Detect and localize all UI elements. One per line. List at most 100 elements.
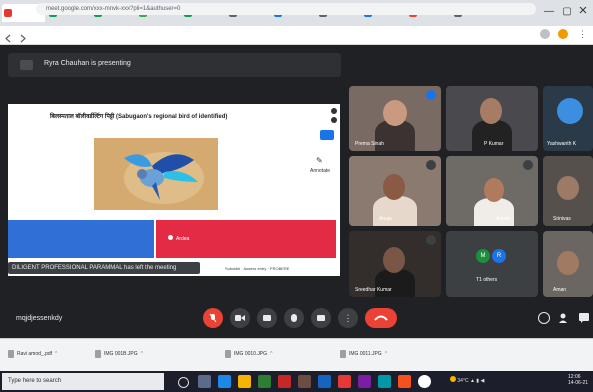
participant-name: Yashwanth K xyxy=(547,141,577,147)
slide-title: बिलस्पताल बॉलीवर्डल्टिंग पिट्टी (Sabugao… xyxy=(50,114,228,120)
participant-tile[interactable]: Aman xyxy=(543,231,593,297)
download-item[interactable]: IMG 0011.JPG ^ xyxy=(340,348,387,360)
participant-name: Aarohi xyxy=(496,216,511,222)
captions-icon xyxy=(263,315,271,321)
bullet-icon xyxy=(168,235,173,240)
chevron-up-icon[interactable]: ^ xyxy=(55,348,57,360)
close-window-button[interactable] xyxy=(574,3,592,21)
mic-icon xyxy=(426,90,436,100)
avatar: M xyxy=(476,249,490,263)
participant-name: Srinivas xyxy=(553,216,571,222)
slide-action-button[interactable] xyxy=(320,130,334,140)
camera-toggle-button[interactable] xyxy=(230,308,250,328)
edge-icon[interactable] xyxy=(218,375,231,388)
close-icon xyxy=(579,6,587,14)
download-item[interactable]: Ravi amod_.pdf ^ xyxy=(8,348,57,360)
task-view-icon[interactable] xyxy=(198,375,211,388)
presenting-text: Ryra Chauhan is presenting xyxy=(44,60,131,67)
app-icon[interactable] xyxy=(298,375,311,388)
slide-blue-block xyxy=(8,220,154,258)
tool-dot-icon[interactable] xyxy=(331,117,337,123)
downloads-bar xyxy=(0,338,593,372)
mic-off-icon xyxy=(426,160,436,170)
mic-off-icon xyxy=(523,160,533,170)
download-item[interactable]: IMG 001B.JPG ^ xyxy=(95,348,143,360)
participant-name: Aman xyxy=(553,287,567,293)
system-tray: 34°C ▲ ▮ ◀ xyxy=(450,376,484,384)
participant-tile[interactable]: Aarohi xyxy=(446,156,538,226)
pdf-file-icon xyxy=(8,350,14,358)
tool-dot-icon[interactable] xyxy=(331,108,337,114)
clock[interactable]: 12:06 14-06-21 xyxy=(568,374,588,386)
browser-menu-icon[interactable]: ⋮ xyxy=(578,29,587,40)
participant-tile[interactable]: Prema Sinah xyxy=(349,86,441,151)
image-file-icon xyxy=(95,350,101,358)
powerpoint-icon[interactable] xyxy=(278,375,291,388)
extension-icon[interactable] xyxy=(540,29,550,39)
wifi-icon[interactable]: ▲ xyxy=(470,378,475,384)
taskbar-search[interactable]: Type here to search xyxy=(2,373,164,390)
camera-icon xyxy=(235,315,245,321)
app-icon[interactable] xyxy=(358,375,371,388)
participant-tile[interactable]: Anuja xyxy=(349,156,441,226)
present-icon xyxy=(317,315,325,321)
chevron-up-icon[interactable]: ^ xyxy=(270,348,272,360)
avatar: R xyxy=(492,249,506,263)
app-icon[interactable] xyxy=(378,375,391,388)
annotate-pencil-icon[interactable]: ✎ xyxy=(316,156,323,165)
raise-hand-button[interactable] xyxy=(284,308,304,328)
participant-tile[interactable]: Sreedhar Kumar xyxy=(349,231,441,297)
chrome-icon[interactable] xyxy=(418,375,431,388)
more-vert-icon: ⋮ xyxy=(343,312,353,323)
download-name: IMG 001B.JPG xyxy=(104,351,138,357)
hangup-icon xyxy=(374,315,388,321)
more-options-button[interactable]: ⋮ xyxy=(338,308,358,328)
download-name: Ravi amod_.pdf xyxy=(17,351,53,357)
file-explorer-icon[interactable] xyxy=(238,375,251,388)
profile-avatar[interactable] xyxy=(558,29,568,39)
download-name: IMG 0010.JPG xyxy=(234,351,268,357)
leave-call-button[interactable] xyxy=(365,308,397,328)
download-item[interactable]: IMG 0010.JPG ^ xyxy=(225,348,272,360)
hand-icon xyxy=(291,314,297,322)
chevron-up-icon[interactable]: ^ xyxy=(141,348,143,360)
red-block-label: Ardea xyxy=(176,236,190,242)
participant-name: Prema Sinah xyxy=(355,141,384,147)
chevron-up-icon[interactable]: ^ xyxy=(385,348,387,360)
tab-favicon-icon xyxy=(4,9,12,17)
chat-icon[interactable] xyxy=(578,311,590,323)
url-field[interactable]: meet.google.com/xxx-mnvk-xxx?pli=1&authu… xyxy=(36,3,536,15)
left-meeting-toast: DILIGENT PROFESSIONAL PARAMMAL has left … xyxy=(8,262,200,274)
image-file-icon xyxy=(340,350,346,358)
cortana-icon[interactable] xyxy=(178,377,189,388)
minimize-button[interactable]: — xyxy=(540,3,558,21)
present-button[interactable] xyxy=(311,308,331,328)
captions-button[interactable] xyxy=(257,308,277,328)
people-icon[interactable] xyxy=(558,311,570,323)
battery-icon[interactable]: ▮ xyxy=(476,378,479,384)
meeting-code: mqjdjessenkdy xyxy=(16,315,63,322)
annotate-label: Annotate xyxy=(310,168,331,174)
bird-image xyxy=(94,138,218,210)
mic-off-icon xyxy=(209,313,217,323)
excel-icon[interactable] xyxy=(258,375,271,388)
slide-footer: Subsiditi · Assess entry · PROBERE xyxy=(225,266,290,271)
present-screen-icon xyxy=(20,60,33,70)
app-icon[interactable] xyxy=(398,375,411,388)
word-icon[interactable] xyxy=(318,375,331,388)
participant-tile[interactable]: P Kumar xyxy=(446,86,538,151)
participant-name: P Kumar xyxy=(484,141,504,147)
clock-date: 14-06-21 xyxy=(568,380,589,386)
participant-name: T1 others xyxy=(476,277,498,283)
image-file-icon xyxy=(225,350,231,358)
app-icon[interactable] xyxy=(338,375,351,388)
volume-icon[interactable]: ◀ xyxy=(480,378,484,384)
address-bar xyxy=(0,26,593,45)
temperature: 34°C xyxy=(457,378,469,384)
participant-tile[interactable]: Yashwanth K xyxy=(543,86,593,151)
weather-icon[interactable] xyxy=(450,376,456,382)
participant-tile[interactable]: M R T1 others xyxy=(446,231,538,297)
info-icon[interactable] xyxy=(538,312,550,324)
participant-tile[interactable]: Srinivas xyxy=(543,156,593,226)
mic-toggle-button[interactable] xyxy=(203,308,223,328)
